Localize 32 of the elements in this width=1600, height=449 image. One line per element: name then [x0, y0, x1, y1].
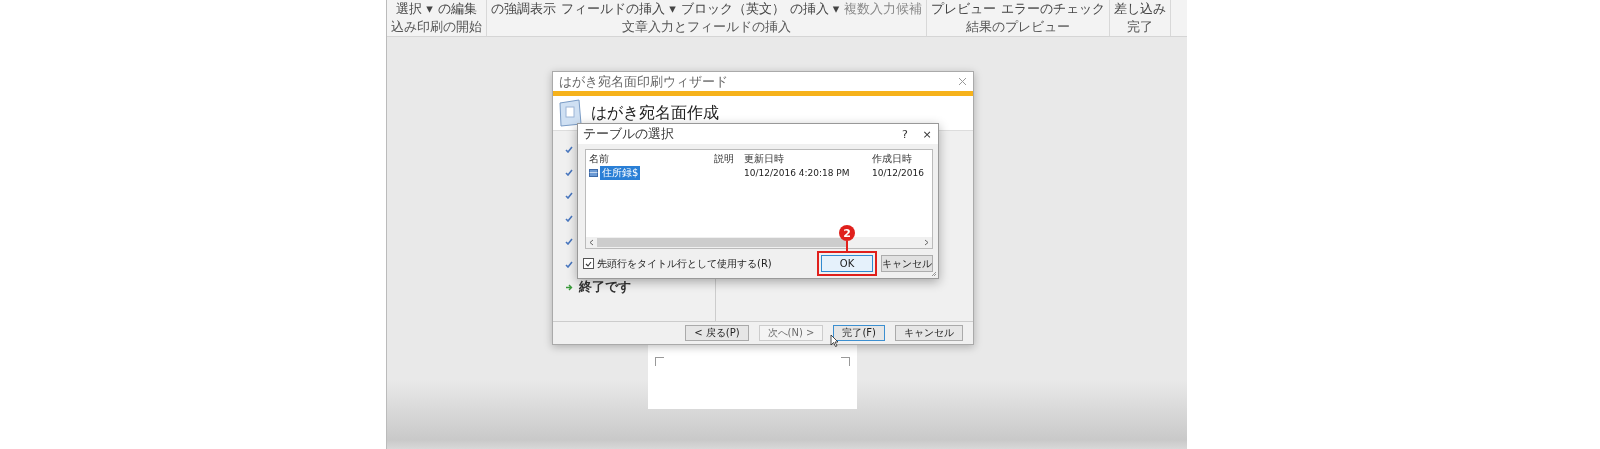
dialog-button[interactable]: キャンセル: [881, 255, 933, 272]
ribbon-command[interactable]: 差し込み: [1114, 0, 1167, 18]
wizard-button[interactable]: キャンセル: [895, 325, 963, 341]
table-name[interactable]: 住所録$: [600, 166, 641, 180]
column-header[interactable]: 作成日時: [872, 152, 932, 166]
ribbon-command[interactable]: フィールドの挿入 ▾: [561, 0, 676, 18]
ribbon-group-label: 込み印刷の開始: [391, 18, 482, 36]
ribbon-command[interactable]: の編集: [437, 0, 477, 18]
table-cell-text: 10/12/2016 4:20:18 PM: [744, 168, 851, 178]
dialog-title: テーブルの選択: [583, 125, 674, 143]
checkbox-label: 先頭行をタイトル行として使用する(R): [597, 256, 772, 271]
wizard-step: 終了です: [579, 278, 631, 296]
column-header[interactable]: 説明: [714, 152, 744, 166]
ribbon-command[interactable]: の挿入 ▾: [789, 0, 840, 18]
wizard-heading: はがき宛名面作成: [591, 102, 719, 124]
window-title: はがき宛名面印刷ウィザード: [559, 72, 728, 91]
ribbon-command[interactable]: の強調表示: [491, 0, 556, 18]
column-header[interactable]: 名前: [586, 152, 714, 166]
ribbon-group-label: 完了: [1127, 18, 1154, 36]
help-button[interactable]: ?: [894, 127, 916, 141]
ribbon-command[interactable]: エラーのチェック: [1001, 0, 1106, 18]
table-cell-text: 10/12/2016: [872, 168, 925, 178]
close-button[interactable]: ×: [916, 127, 938, 141]
ribbon-command[interactable]: ブロック（英文）: [680, 0, 785, 18]
ribbon-group-label: 結果のプレビュー: [966, 18, 1071, 36]
column-header[interactable]: 更新日時: [744, 152, 872, 166]
wizard-button[interactable]: 完了(F): [833, 325, 885, 341]
wizard-button[interactable]: < 戻る(P): [685, 325, 749, 341]
ribbon-command[interactable]: プレビュー: [931, 0, 997, 18]
dialog-button[interactable]: OK: [817, 251, 877, 276]
ribbon-command[interactable]: 選択 ▾: [396, 0, 433, 18]
ribbon-group-label: 文章入力とフィールドの挿入: [622, 18, 792, 36]
